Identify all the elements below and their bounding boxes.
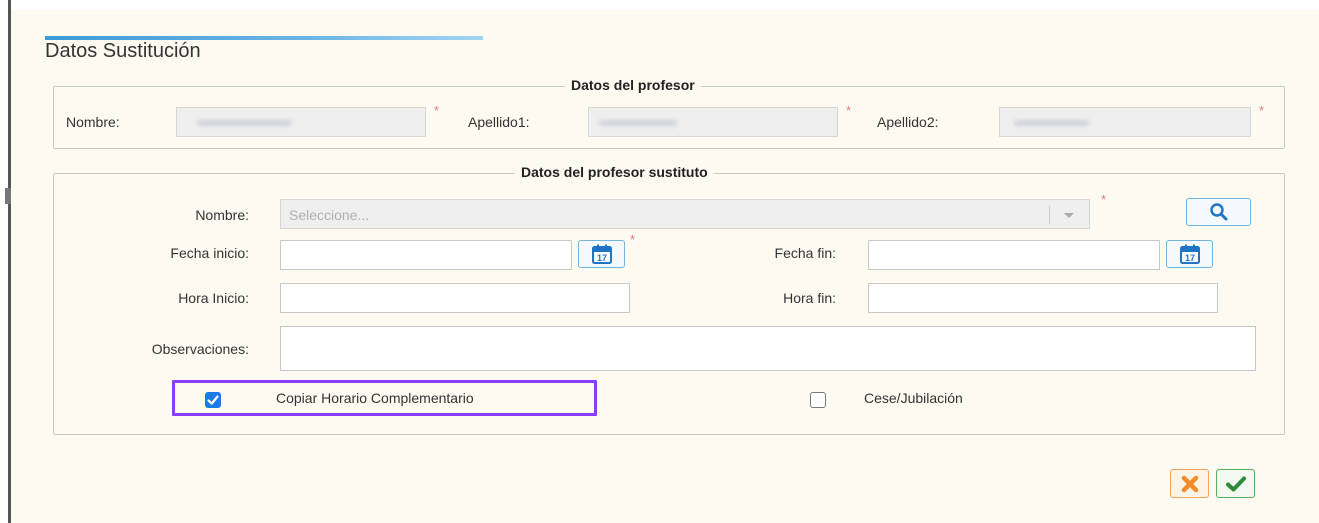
profesor-apellido2-field[interactable] xyxy=(999,107,1251,137)
profesor-nombre-field[interactable] xyxy=(176,107,426,137)
copiar-horario-checkbox[interactable] xyxy=(205,392,221,408)
cese-checkbox[interactable] xyxy=(810,392,826,408)
select-separator xyxy=(1049,206,1050,224)
required-marker: * xyxy=(434,103,440,118)
required-marker: * xyxy=(846,103,852,118)
redacted-value xyxy=(197,120,292,126)
calendar-icon: 17 xyxy=(1179,244,1200,264)
sustituto-legend: Datos del profesor sustituto xyxy=(515,164,714,180)
fecha-inicio-input[interactable] xyxy=(280,240,572,270)
search-icon xyxy=(1209,203,1227,221)
chevron-down-icon[interactable] xyxy=(1064,213,1074,218)
sustituto-nombre-label: Nombre: xyxy=(195,207,249,223)
sustituto-fieldset: Datos del profesor sustituto Nombre: Sel… xyxy=(53,164,1285,435)
hora-fin-label: Hora fin: xyxy=(783,290,836,306)
check-icon xyxy=(1225,476,1246,491)
profesor-apellido1-label: Apellido1: xyxy=(468,114,530,130)
cancel-button[interactable] xyxy=(1170,469,1209,498)
close-icon xyxy=(1181,475,1198,492)
dialog-panel: Datos Sustitución Datos del profesor Nom… xyxy=(11,10,1319,523)
svg-text:17: 17 xyxy=(596,253,606,263)
profesor-legend: Datos del profesor xyxy=(565,77,701,93)
hora-inicio-input[interactable] xyxy=(280,283,630,313)
svg-text:17: 17 xyxy=(1184,253,1194,263)
confirm-button[interactable] xyxy=(1216,469,1255,498)
copiar-horario-label[interactable]: Copiar Horario Complementario xyxy=(276,390,474,406)
sustituto-nombre-select[interactable]: Seleccione... xyxy=(280,199,1090,229)
profesor-nombre-label: Nombre: xyxy=(66,114,120,130)
fecha-fin-label: Fecha fin: xyxy=(774,245,836,261)
observaciones-textarea[interactable] xyxy=(280,326,1256,371)
fecha-inicio-label: Fecha inicio: xyxy=(170,245,249,261)
required-marker: * xyxy=(1259,103,1265,118)
hora-fin-input[interactable] xyxy=(868,283,1218,313)
fecha-inicio-calendar-button[interactable]: 17 xyxy=(578,240,625,268)
redacted-value xyxy=(1014,120,1089,126)
profesor-apellido1-field[interactable] xyxy=(588,107,838,137)
calendar-icon: 17 xyxy=(591,244,612,264)
fecha-fin-input[interactable] xyxy=(868,240,1160,270)
select-placeholder: Seleccione... xyxy=(289,207,370,223)
observaciones-label: Observaciones: xyxy=(151,341,249,357)
search-button[interactable] xyxy=(1186,198,1251,226)
dialog-title: Datos Sustitución xyxy=(45,40,201,62)
hora-inicio-label: Hora Inicio: xyxy=(178,290,249,306)
left-strip xyxy=(0,0,8,523)
required-marker: * xyxy=(1101,192,1107,207)
redacted-value xyxy=(599,120,677,126)
profesor-apellido2-label: Apellido2: xyxy=(877,114,939,130)
check-icon xyxy=(207,395,219,405)
profesor-fieldset: Datos del profesor Nombre: * Apellido1: … xyxy=(53,77,1285,149)
cese-label[interactable]: Cese/Jubilación xyxy=(864,390,963,406)
fecha-fin-calendar-button[interactable]: 17 xyxy=(1166,240,1213,268)
required-marker: * xyxy=(630,232,636,247)
